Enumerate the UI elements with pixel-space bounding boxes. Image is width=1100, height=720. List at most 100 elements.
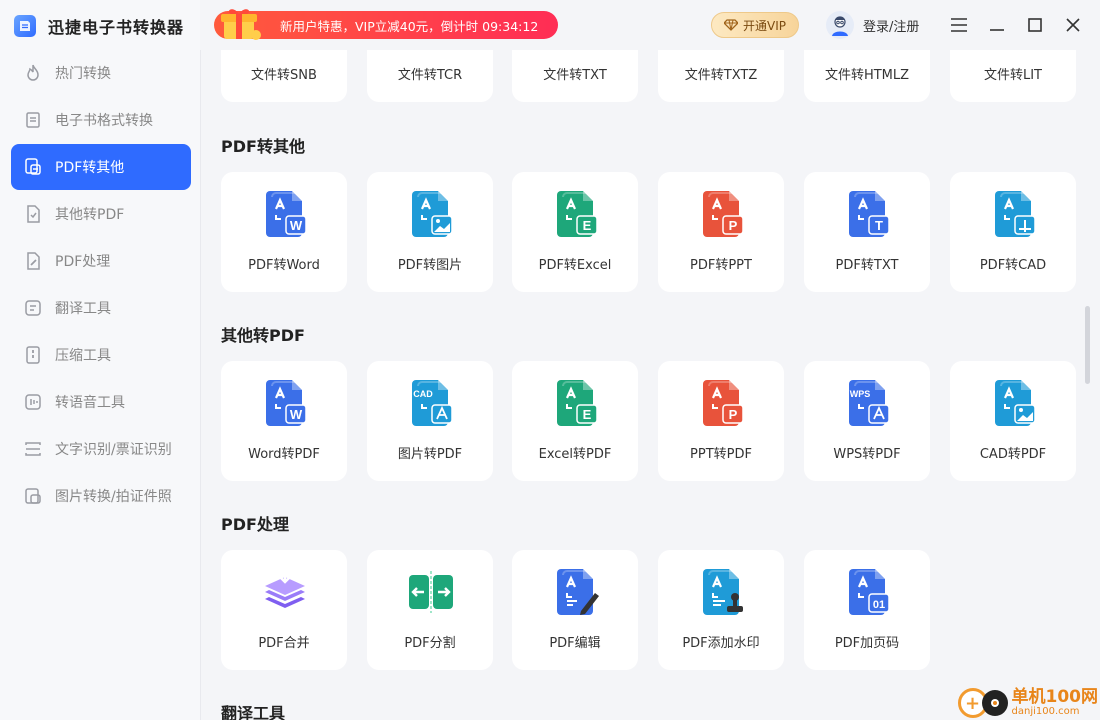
sidebar-item-3[interactable]: PDF转其他 xyxy=(11,144,191,190)
tool-card-label: Excel转PDF xyxy=(538,447,612,462)
vip-button[interactable]: 开通VIP xyxy=(711,12,799,38)
tool-card[interactable]: E PDF转Excel xyxy=(512,172,638,292)
tool-card-label: Word转PDF xyxy=(248,447,320,462)
ocr-icon xyxy=(23,439,43,459)
tool-card-label: CAD转PDF xyxy=(979,447,1047,462)
sidebar-item-7[interactable]: 压缩工具 xyxy=(11,332,191,378)
tool-card[interactable]: P PPT转PDF xyxy=(658,361,784,481)
format-card[interactable]: 文件转LIT xyxy=(950,50,1076,102)
tool-card-label: PPT转PDF xyxy=(690,447,752,462)
format-card[interactable]: 文件转TXT xyxy=(512,50,638,102)
tool-card[interactable]: PDF分割 xyxy=(367,550,493,670)
tool-card[interactable]: W Word转PDF xyxy=(221,361,347,481)
tool-card[interactable]: PDF添加水印 xyxy=(658,550,784,670)
pdf-to-image-icon xyxy=(406,189,456,239)
tool-card-label: PDF转Excel xyxy=(538,258,612,273)
sidebar-item-label: 文字识别/票证识别 xyxy=(55,442,172,458)
tool-card-label: PDF转图片 xyxy=(397,258,463,273)
tool-card[interactable]: E Excel转PDF xyxy=(512,361,638,481)
pdf-to-excel-icon: E xyxy=(551,189,601,239)
minimize-icon[interactable] xyxy=(986,14,1008,36)
format-card[interactable]: 文件转SNB xyxy=(221,50,347,102)
app-title: 迅捷电子书转换器 xyxy=(48,18,185,37)
maximize-icon[interactable] xyxy=(1024,14,1046,36)
sidebar-item-label: 图片转换/拍证件照 xyxy=(55,489,172,505)
diamond-icon xyxy=(724,19,738,31)
promo-text: 新用户特惠，VIP立减40元，倒计时 09:34:12 xyxy=(280,18,539,34)
pdf-watermark-icon xyxy=(697,567,747,617)
login-label: 登录/注册 xyxy=(863,19,920,35)
top-bar: 新用户特惠，VIP立减40元，倒计时 09:34:12 开通VIP 登录/注册 xyxy=(200,0,1100,50)
sidebar-item-2[interactable]: 电子书格式转换 xyxy=(11,97,191,143)
close-icon[interactable] xyxy=(1062,14,1084,36)
pdf-edit-icon xyxy=(23,251,43,271)
sidebar-item-label: 电子书格式转换 xyxy=(55,113,153,129)
tool-card-label: PDF编辑 xyxy=(549,636,601,651)
tool-card[interactable]: WPS WPS转PDF xyxy=(804,361,930,481)
image-to-pdf-icon: CAD xyxy=(406,378,456,428)
excel-to-pdf-icon: E xyxy=(551,378,601,428)
pdf-to-ppt-icon: P xyxy=(697,189,747,239)
tool-card[interactable]: PDF转CAD xyxy=(950,172,1076,292)
format-card[interactable]: 文件转TCR xyxy=(367,50,493,102)
login-button[interactable]: 登录/注册 xyxy=(826,11,919,39)
promo-banner[interactable]: 新用户特惠，VIP立减40元，倒计时 09:34:12 xyxy=(214,9,558,40)
sidebar-item-9[interactable]: 文字识别/票证识别 xyxy=(11,426,191,472)
tool-card[interactable]: PDF转图片 xyxy=(367,172,493,292)
tool-card[interactable]: 01 PDF加页码 xyxy=(804,550,930,670)
svg-text:E: E xyxy=(583,218,592,233)
section-title: 翻译工具 xyxy=(221,704,286,720)
format-card-label: 文件转SNB xyxy=(251,68,317,83)
svg-text:E: E xyxy=(583,407,592,422)
tool-card[interactable]: T PDF转TXT xyxy=(804,172,930,292)
sidebar-item-5[interactable]: PDF处理 xyxy=(11,238,191,284)
sidebar-item-6[interactable]: 翻译工具 xyxy=(11,285,191,331)
tool-card-label: 图片转PDF xyxy=(397,447,463,462)
photo-icon xyxy=(23,486,43,506)
format-card[interactable]: 文件转HTMLZ xyxy=(804,50,930,102)
sidebar-item-10[interactable]: 图片转换/拍证件照 xyxy=(11,473,191,519)
svg-text:P: P xyxy=(729,407,738,422)
sidebar-item-label: 热门转换 xyxy=(55,66,111,82)
tool-card-label: PDF转TXT xyxy=(835,258,899,273)
format-card-label: 文件转TXTZ xyxy=(684,68,758,83)
tool-card[interactable]: PDF编辑 xyxy=(512,550,638,670)
book-icon xyxy=(23,110,43,130)
word-to-pdf-icon: W xyxy=(260,378,310,428)
main-content: 文件转SNB 文件转TCR 文件转TXT 文件转TXTZ 文件转HTMLZ 文件转LIT P… xyxy=(200,50,1100,720)
svg-text:01: 01 xyxy=(873,599,885,611)
tool-card-label: PDF加页码 xyxy=(834,636,900,651)
sidebar-item-label: PDF转其他 xyxy=(55,160,125,176)
format-card-label: 文件转LIT xyxy=(983,68,1043,83)
watermark-title: 单机100网 xyxy=(1011,687,1099,707)
translate-icon xyxy=(23,298,43,318)
sidebar-item-8[interactable]: 转语音工具 xyxy=(11,379,191,425)
avatar-icon xyxy=(826,11,854,39)
tool-card[interactable]: CAD 图片转PDF xyxy=(367,361,493,481)
tool-card[interactable]: CAD转PDF xyxy=(950,361,1076,481)
dot-circle-icon xyxy=(981,690,1008,716)
sidebar-item-4[interactable]: 其他转PDF xyxy=(11,191,191,237)
menu-icon[interactable] xyxy=(948,14,970,36)
pdf-page-number-icon: 01 xyxy=(843,567,893,617)
format-card-label: 文件转TXT xyxy=(543,68,607,83)
fire-icon xyxy=(23,63,43,83)
sidebar-item-1[interactable]: 热门转换 xyxy=(11,50,191,96)
tool-card-label: WPS转PDF xyxy=(833,447,901,462)
format-card[interactable]: 文件转TXTZ xyxy=(658,50,784,102)
to-pdf-icon xyxy=(23,204,43,224)
tool-card[interactable]: PDF合并 xyxy=(221,550,347,670)
tool-card-label: PDF转Word xyxy=(248,258,320,273)
tool-card[interactable]: P PDF转PPT xyxy=(658,172,784,292)
tool-card-label: PDF转PPT xyxy=(690,258,752,273)
tool-card[interactable]: W PDF转Word xyxy=(221,172,347,292)
scrollbar[interactable] xyxy=(1085,306,1090,384)
pdf-to-cad-icon xyxy=(989,189,1039,239)
pdf-edit-icon xyxy=(551,567,601,617)
voice-icon xyxy=(23,392,43,412)
section-title: PDF处理 xyxy=(221,515,289,534)
sidebar-item-label: 翻译工具 xyxy=(55,301,111,317)
svg-text:W: W xyxy=(290,218,303,233)
section-title: 其他转PDF xyxy=(221,326,305,345)
sidebar: 迅捷电子书转换器 热门转换电子书格式转换 PDF转其他其他转PDF PDF处理翻译工… xyxy=(0,0,201,720)
